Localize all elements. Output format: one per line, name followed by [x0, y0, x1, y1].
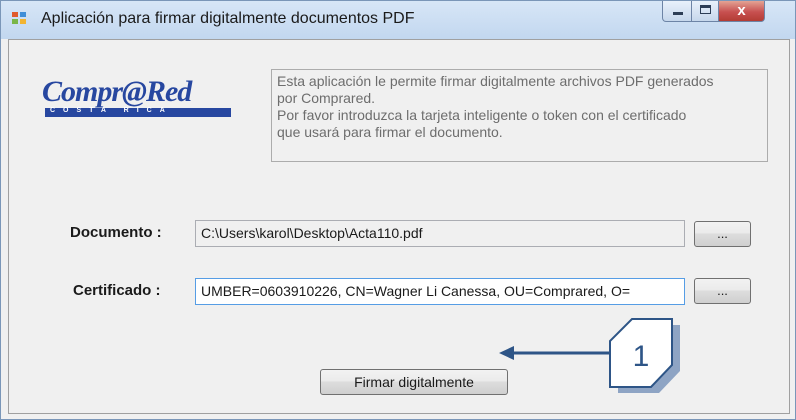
logo-brand: Compr@Red	[42, 75, 192, 108]
minimize-icon	[673, 12, 683, 15]
certificate-field[interactable]: UMBER=0603910226, CN=Wagner Li Canessa, …	[195, 278, 685, 305]
minimize-button[interactable]	[662, 1, 692, 22]
browse-certificate-button[interactable]: ...	[694, 278, 751, 304]
maximize-button[interactable]	[691, 1, 719, 22]
info-line: que usará para firmar el documento.	[277, 124, 503, 140]
comprared-logo: Compr@Red COSTA RICA	[42, 75, 232, 123]
logo-subtitle: COSTA RICA	[50, 107, 173, 114]
browse-document-button[interactable]: ...	[694, 221, 751, 247]
info-line: Por favor introduzca la tarjeta intelige…	[277, 107, 687, 123]
title-bar[interactable]: Aplicación para firmar digitalmente docu…	[1, 1, 795, 39]
close-icon: x	[737, 2, 746, 19]
sign-button[interactable]: Firmar digitalmente	[320, 369, 508, 395]
document-path-field[interactable]: C:\Users\karol\Desktop\Acta110.pdf	[195, 220, 685, 247]
info-textbox: Esta aplicación le permite firmar digita…	[271, 69, 768, 162]
window-title: Aplicación para firmar digitalmente docu…	[41, 10, 415, 27]
form-panel: Compr@Red COSTA RICA Esta aplicación le …	[8, 39, 790, 414]
certificate-label: Certificado :	[73, 282, 161, 299]
info-line: Esta aplicación le permite firmar digita…	[277, 73, 714, 89]
document-label: Documento :	[70, 224, 162, 241]
info-line: por Comprared.	[277, 90, 376, 106]
app-window-icon	[12, 12, 28, 26]
app-window: Aplicación para firmar digitalmente docu…	[0, 0, 796, 420]
maximize-icon	[700, 5, 711, 14]
close-button[interactable]: x	[718, 1, 765, 22]
